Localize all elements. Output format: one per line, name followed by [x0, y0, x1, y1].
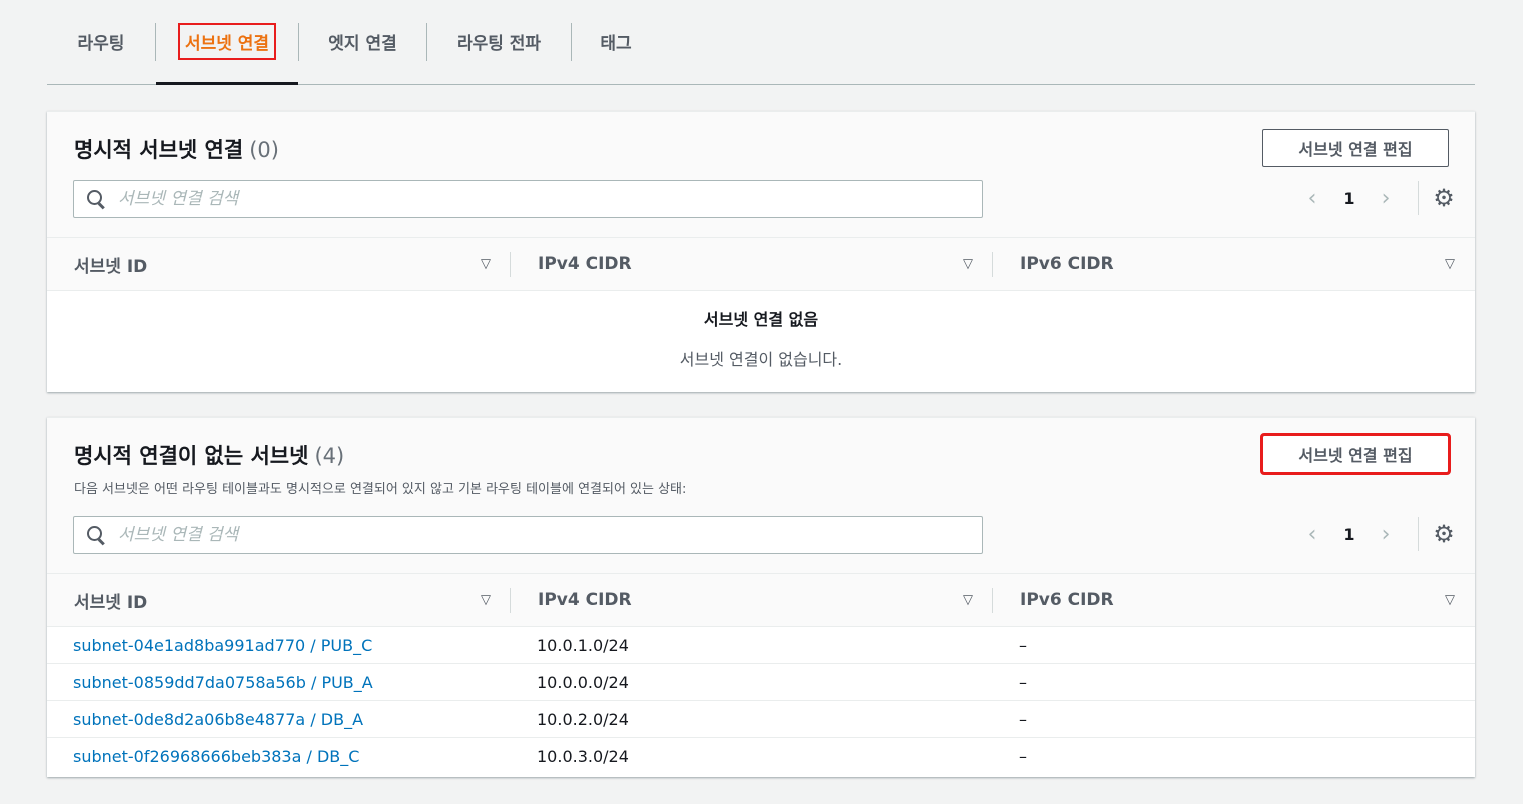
- ipv6-cidr-cell: –: [993, 626, 1475, 664]
- gear-icon[interactable]: ⚙: [1433, 520, 1455, 548]
- search-field[interactable]: [73, 180, 983, 218]
- implicit-subnets-panel: 명시적 연결이 없는 서브넷 (4) 다음 서브넷은 어떤 라우팅 테이블과도 명…: [47, 417, 1475, 777]
- chevron-right-icon[interactable]: ›: [1374, 522, 1398, 547]
- search-input[interactable]: [118, 525, 982, 545]
- tab-routes[interactable]: 라우팅: [47, 0, 155, 84]
- ipv4-cidr-cell: 10.0.0.0/24: [511, 663, 993, 701]
- tab-tags[interactable]: 태그: [572, 0, 660, 84]
- caret-down-icon[interactable]: ▽: [481, 257, 491, 272]
- panel-header: 명시적 연결이 없는 서브넷 (4) 다음 서브넷은 어떤 라우팅 테이블과도 명…: [47, 418, 1475, 573]
- caret-down-icon[interactable]: ▽: [1445, 257, 1455, 272]
- column-header-ipv4-cidr[interactable]: IPv4 CIDR ▽: [511, 237, 993, 291]
- subnet-link[interactable]: subnet-0de8d2a06b8e4877a / DB_A: [73, 710, 363, 729]
- pager-divider: [1418, 181, 1419, 215]
- column-header-ipv6-cidr[interactable]: IPv6 CIDR ▽: [993, 237, 1475, 291]
- ipv4-cidr-cell: 10.0.1.0/24: [511, 626, 993, 664]
- caret-down-icon[interactable]: ▽: [963, 257, 973, 272]
- empty-state-title: 서브넷 연결 없음: [703, 310, 819, 329]
- caret-down-icon[interactable]: ▽: [1445, 593, 1455, 608]
- page-number[interactable]: 1: [1324, 525, 1374, 544]
- empty-state: 서브넷 연결 없음 서브넷 연결이 없습니다.: [47, 306, 1475, 370]
- panel-title: 명시적 연결이 없는 서브넷 (4): [74, 444, 345, 468]
- tab-subnet-associations-label: 서브넷 연결: [177, 23, 277, 60]
- panel-count: (4): [314, 444, 345, 468]
- gear-icon[interactable]: ⚙: [1433, 184, 1455, 212]
- pagination: ‹ 1 › ⚙: [1300, 515, 1455, 553]
- explicit-associations-table: 서브넷 ID ▽ IPv4 CIDR ▽ IPv6 CIDR ▽: [47, 237, 1475, 291]
- chevron-right-icon[interactable]: ›: [1374, 186, 1398, 211]
- table-row: subnet-0de8d2a06b8e4877a / DB_A 10.0.2.0…: [47, 700, 1475, 738]
- column-header-ipv4-cidr[interactable]: IPv4 CIDR ▽: [511, 573, 993, 627]
- pagination: ‹ 1 › ⚙: [1300, 179, 1455, 217]
- tab-route-propagation[interactable]: 라우팅 전파: [427, 0, 571, 84]
- table-row: subnet-04e1ad8ba991ad770 / PUB_C 10.0.1.…: [47, 626, 1475, 664]
- edit-subnet-associations-button[interactable]: 서브넷 연결 편집: [1262, 129, 1449, 167]
- panel-count: (0): [249, 138, 279, 162]
- tab-bar: 라우팅 서브넷 연결 엣지 연결 라우팅 전파 태그: [47, 0, 1475, 85]
- tab-subnet-associations[interactable]: 서브넷 연결: [156, 0, 298, 85]
- subnet-link[interactable]: subnet-0f26968666beb383a / DB_C: [73, 747, 359, 766]
- caret-down-icon[interactable]: ▽: [481, 593, 491, 608]
- table-row: subnet-0f26968666beb383a / DB_C 10.0.3.0…: [47, 738, 1475, 775]
- page-number[interactable]: 1: [1324, 189, 1374, 208]
- caret-down-icon[interactable]: ▽: [963, 593, 973, 608]
- column-header-ipv6-cidr[interactable]: IPv6 CIDR ▽: [993, 573, 1475, 627]
- pager-divider: [1418, 517, 1419, 551]
- column-header-subnet-id[interactable]: 서브넷 ID ▽: [47, 237, 511, 291]
- search-icon: [86, 525, 106, 545]
- panel-header: 명시적 서브넷 연결(0) 서브넷 연결 편집 ‹ 1 › ⚙: [47, 112, 1475, 237]
- ipv6-cidr-cell: –: [993, 663, 1475, 701]
- subnet-link[interactable]: subnet-04e1ad8ba991ad770 / PUB_C: [73, 636, 372, 655]
- empty-state-description: 서브넷 연결이 없습니다.: [679, 350, 843, 369]
- column-header-subnet-id[interactable]: 서브넷 ID ▽: [47, 573, 511, 627]
- ipv6-cidr-cell: –: [1019, 746, 1027, 766]
- search-field[interactable]: [73, 516, 983, 554]
- ipv6-cidr-cell: –: [993, 700, 1475, 738]
- table-row: subnet-0859dd7da0758a56b / PUB_A 10.0.0.…: [47, 663, 1475, 701]
- tab-edge-associations[interactable]: 엣지 연결: [299, 0, 426, 84]
- chevron-left-icon[interactable]: ‹: [1300, 522, 1324, 547]
- panel-title: 명시적 서브넷 연결 (0): [74, 138, 279, 162]
- implicit-subnets-table: 서브넷 ID ▽ IPv4 CIDR ▽ IPv6 CIDR ▽ subnet-…: [47, 573, 1475, 775]
- panel-description: 다음 서브넷은 어떤 라우팅 테이블과도 명시적으로 연결되어 있지 않고 기본…: [74, 482, 687, 497]
- explicit-associations-panel: 명시적 서브넷 연결(0) 서브넷 연결 편집 ‹ 1 › ⚙ 서브넷 ID ▽: [47, 111, 1475, 392]
- search-input[interactable]: [118, 189, 982, 209]
- subnet-link[interactable]: subnet-0859dd7da0758a56b / PUB_A: [73, 673, 373, 692]
- chevron-left-icon[interactable]: ‹: [1300, 186, 1324, 211]
- ipv4-cidr-cell: 10.0.3.0/24: [537, 746, 629, 766]
- ipv4-cidr-cell: 10.0.2.0/24: [511, 700, 993, 738]
- search-icon: [86, 189, 106, 209]
- edit-subnet-associations-button[interactable]: 서브넷 연결 편집: [1260, 433, 1451, 475]
